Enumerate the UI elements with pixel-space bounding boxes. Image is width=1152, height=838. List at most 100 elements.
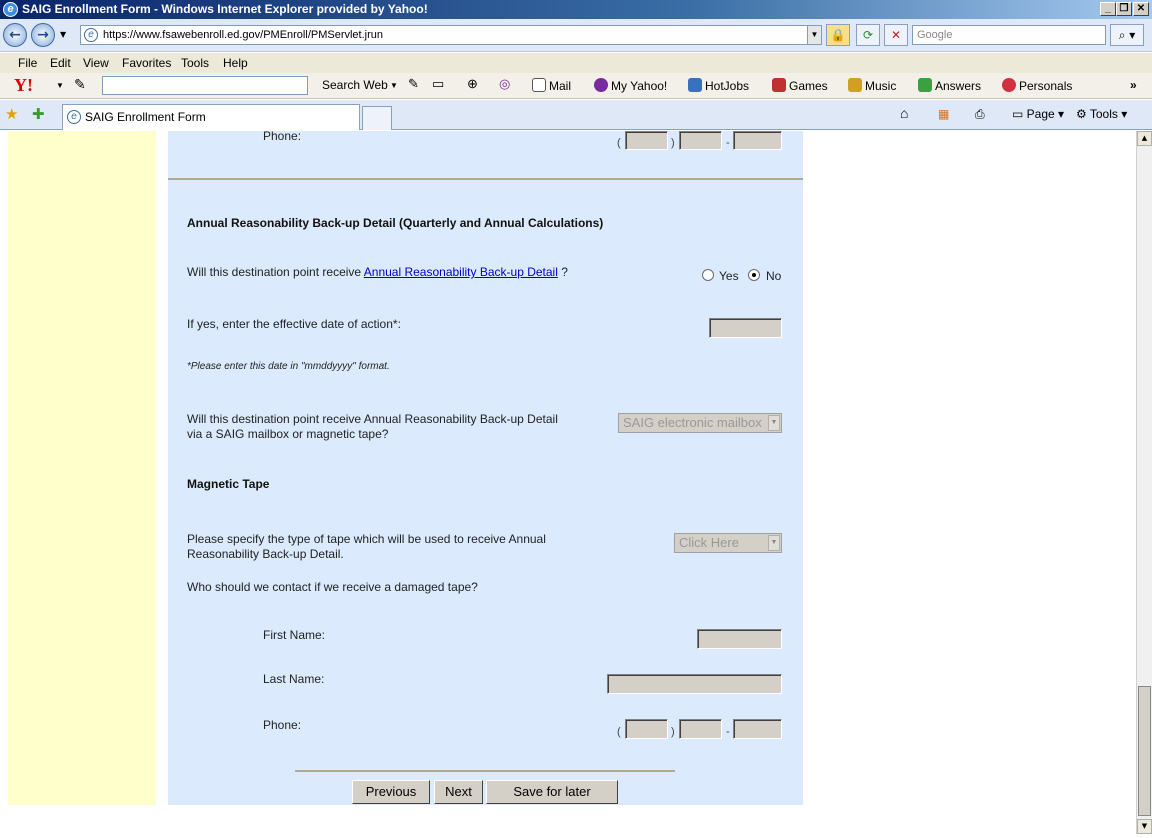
tab-saig-enrollment[interactable]: e SAIG Enrollment Form [62, 104, 360, 130]
enrollment-form-panel: Phone: ( ) - Annual Reasonability Back-u… [168, 131, 803, 805]
headphones-icon[interactable]: ◎ [499, 76, 510, 92]
section-divider [168, 178, 803, 180]
phone-prefix-field[interactable] [679, 719, 722, 739]
top-phone-prefix-field[interactable] [679, 131, 722, 150]
address-toolbar: ← → ▼ e https://www.fsawebenroll.ed.gov/… [0, 19, 1152, 52]
music-icon [848, 78, 862, 92]
menu-edit[interactable]: Edit [50, 56, 71, 70]
address-bar[interactable]: e https://www.fsawebenroll.ed.gov/PMEnro… [80, 25, 822, 45]
scroll-down-icon[interactable]: ▼ [1137, 819, 1152, 834]
search-input[interactable]: Google [912, 25, 1106, 45]
scroll-up-icon[interactable]: ▲ [1137, 131, 1152, 146]
feeds-icon[interactable]: ▦ [938, 107, 949, 121]
minimize-button[interactable]: _ [1100, 2, 1116, 16]
phone-area-field[interactable] [625, 719, 668, 739]
favorites-star-icon[interactable]: ★ [5, 105, 18, 123]
pencil-icon[interactable]: ✎ [74, 76, 86, 93]
highlight-icon[interactable]: ✎ [408, 76, 419, 92]
print-icon[interactable]: ⎙ [975, 107, 985, 122]
effective-date-label: If yes, enter the effective date of acti… [187, 317, 401, 331]
phone-dash: - [726, 726, 730, 738]
home-icon[interactable]: ⌂ [900, 105, 908, 121]
refresh-button[interactable]: ⟳ [856, 24, 880, 46]
contact-question: Who should we contact if we receive a da… [187, 580, 478, 594]
section-title: Annual Reasonability Back-up Detail (Qua… [187, 216, 604, 230]
search-go-button[interactable]: ⌕ ▾ [1110, 24, 1144, 46]
phone-close-paren: ) [671, 726, 675, 738]
phone-open-paren: ( [617, 726, 621, 738]
games-icon [772, 78, 786, 92]
radio-yes[interactable] [702, 269, 714, 281]
page-favicon-icon: e [84, 28, 98, 42]
delivery-question-line2: via a SAIG mailbox or magnetic tape? [187, 427, 389, 441]
toolbar-overflow-icon[interactable]: » [1130, 78, 1137, 92]
menu-view[interactable]: View [83, 56, 109, 70]
lock-icon[interactable]: 🔒 [826, 24, 850, 46]
close-button[interactable]: ✕ [1133, 2, 1149, 16]
back-button[interactable]: ← [3, 23, 27, 47]
globe-icon[interactable]: ⊕ [467, 76, 478, 92]
menu-file[interactable]: File [18, 56, 37, 70]
yahoo-menu-dropdown-icon[interactable]: ▼ [56, 81, 64, 90]
page-menu-button[interactable]: ▭ Page ▾ [1012, 107, 1064, 121]
previous-button[interactable]: Previous [352, 780, 430, 804]
vertical-scrollbar[interactable]: ▲ ▼ [1136, 131, 1152, 834]
maximize-button[interactable]: ❐ [1116, 2, 1132, 16]
menu-favorites[interactable]: Favorites [122, 56, 171, 70]
window-title: SAIG Enrollment Form - Windows Internet … [22, 2, 428, 16]
heart-icon [1002, 78, 1016, 92]
music-button[interactable]: Music [848, 78, 896, 93]
last-name-field[interactable] [607, 674, 782, 694]
phone-line-field[interactable] [733, 719, 782, 739]
chevron-down-icon: ▼ [768, 415, 780, 431]
games-button[interactable]: Games [772, 78, 828, 93]
page-content: Phone: ( ) - Annual Reasonability Back-u… [0, 131, 1136, 834]
forward-button[interactable]: → [31, 23, 55, 47]
top-phone-area-field[interactable] [625, 131, 668, 150]
yahoo-search-web-button[interactable]: Search Web [322, 78, 388, 92]
radio-yes-label: Yes [719, 269, 739, 283]
window-titlebar: e SAIG Enrollment Form - Windows Interne… [0, 0, 1152, 19]
date-format-note: *Please enter this date in "mmddyyyy" fo… [187, 361, 390, 372]
save-for-later-button[interactable]: Save for later [486, 780, 618, 804]
first-name-field[interactable] [697, 629, 782, 649]
yahoo-toolbar: Y! ▼ ✎ Search Web ▼ ✎ ▭ ⊕ ◎ Mail My Yaho… [0, 73, 1152, 99]
address-url: https://www.fsawebenroll.ed.gov/PMEnroll… [103, 29, 384, 41]
effective-date-field[interactable] [709, 318, 782, 338]
top-phone-close-paren: ) [671, 137, 675, 149]
menu-tools[interactable]: Tools [181, 56, 209, 70]
search-web-dropdown-icon[interactable]: ▼ [390, 81, 398, 90]
personals-button[interactable]: Personals [1002, 78, 1072, 93]
next-button[interactable]: Next [434, 780, 483, 804]
tab-title: SAIG Enrollment Form [85, 110, 206, 124]
yahoo-search-input[interactable] [102, 76, 308, 95]
delivery-method-select[interactable]: SAIG electronic mailbox ▼ [618, 413, 782, 433]
scroll-thumb[interactable] [1138, 686, 1151, 816]
menu-bar: File Edit View Favorites Tools Help [0, 53, 1152, 73]
add-favorite-icon[interactable]: ✚ [32, 105, 45, 123]
chevron-down-icon: ▼ [768, 535, 780, 551]
new-tab-button[interactable] [362, 106, 392, 130]
top-phone-line-field[interactable] [733, 131, 782, 150]
stop-button[interactable]: ✕ [884, 24, 908, 46]
hotjobs-button[interactable]: HotJobs [688, 78, 749, 93]
yahoo-logo-icon[interactable]: Y! [14, 75, 33, 96]
answers-button[interactable]: Answers [918, 78, 981, 93]
my-yahoo-button[interactable]: My Yahoo! [594, 78, 667, 93]
form-fill-icon[interactable]: ▭ [432, 76, 444, 92]
answers-icon [918, 78, 932, 92]
menu-help[interactable]: Help [223, 56, 248, 70]
hotjobs-icon [688, 78, 702, 92]
tape-type-select[interactable]: Click Here ▼ [674, 533, 782, 553]
history-dropdown-icon[interactable]: ▼ [60, 30, 66, 39]
yahoo-mail-button[interactable]: Mail [532, 78, 571, 93]
question-receive-backup: Will this destination point receive Annu… [187, 265, 568, 279]
mail-icon [532, 78, 546, 92]
radio-no-label: No [766, 269, 782, 283]
annual-reasonability-link[interactable]: Annual Reasonability Back-up Detail [364, 265, 558, 279]
radio-no[interactable] [748, 269, 760, 281]
address-dropdown-icon[interactable]: ▼ [807, 26, 821, 44]
first-name-label: First Name: [263, 628, 326, 642]
tools-menu-button[interactable]: ⚙ Tools ▾ [1076, 107, 1127, 121]
phone-label: Phone: [263, 718, 302, 732]
